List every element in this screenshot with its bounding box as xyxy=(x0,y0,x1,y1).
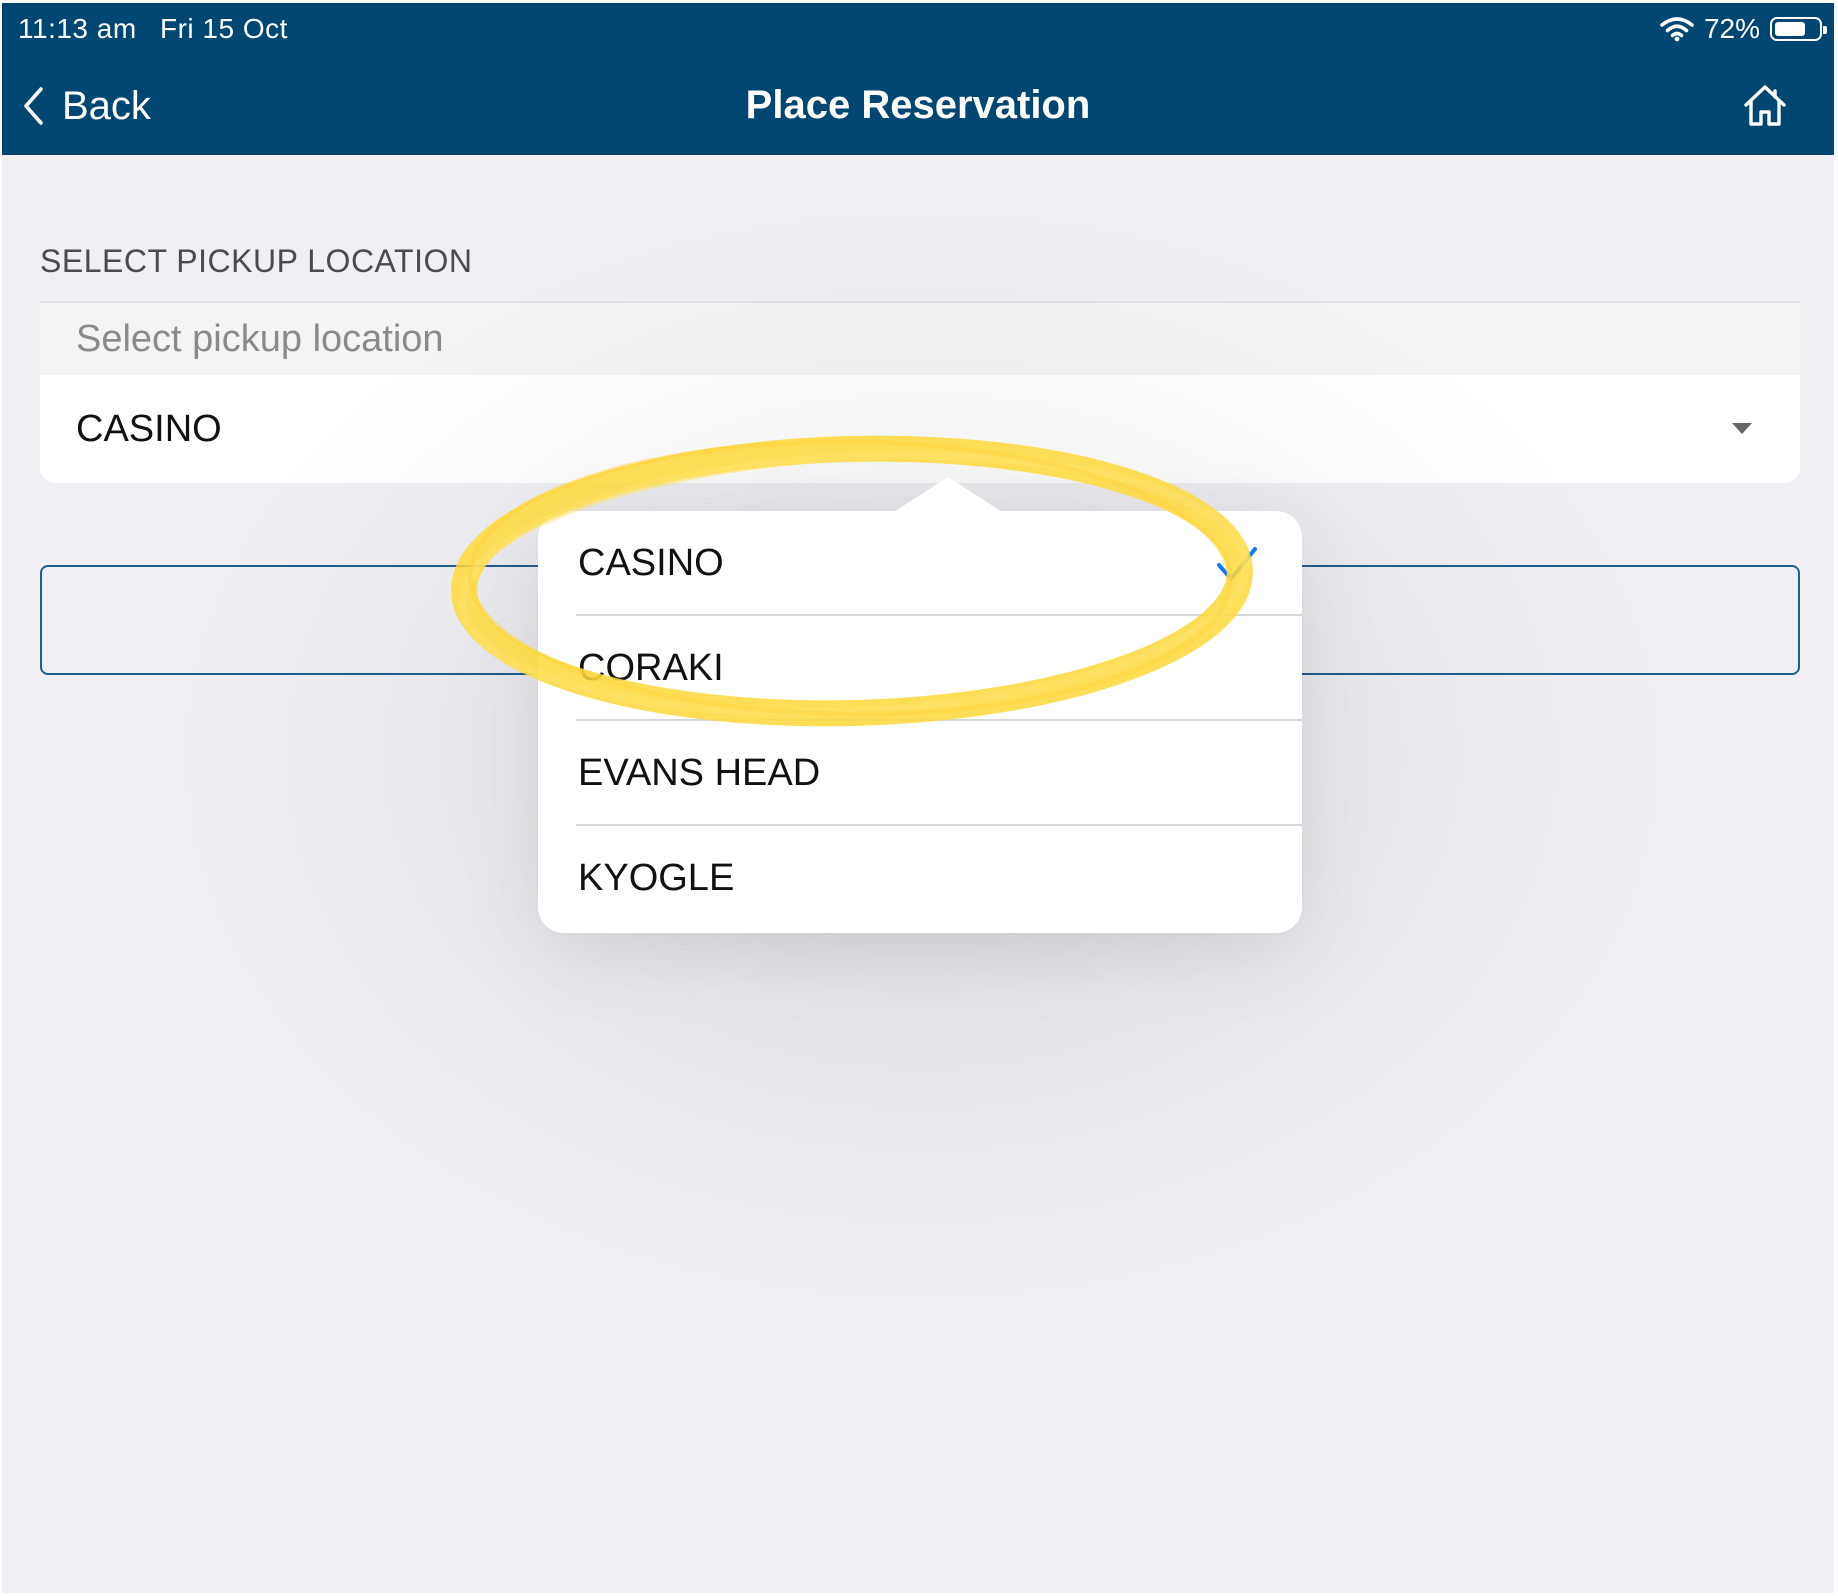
popover-arrow xyxy=(892,477,1004,513)
wifi-icon xyxy=(1660,17,1694,42)
option-coraki[interactable]: CORAKI xyxy=(538,616,1302,721)
pickup-location-picker: Select pickup location CASINO xyxy=(40,301,1800,483)
option-evans-head[interactable]: EVANS HEAD xyxy=(538,721,1302,826)
status-indicators: 72% xyxy=(1660,11,1827,47)
option-label: CASINO xyxy=(578,542,724,584)
checkmark-icon xyxy=(1217,547,1257,581)
battery-level-fill xyxy=(1775,22,1805,36)
battery-icon xyxy=(1770,17,1827,41)
status-time: 11:13 am xyxy=(18,13,137,44)
pickup-selected-value: CASINO xyxy=(76,407,222,450)
chevron-down-icon xyxy=(1732,423,1752,434)
battery-tip xyxy=(1823,26,1827,34)
pickup-select[interactable]: CASINO xyxy=(40,375,1800,483)
option-label: CORAKI xyxy=(578,647,724,689)
page-title: Place Reservation xyxy=(745,83,1091,127)
option-casino[interactable]: CASINO xyxy=(538,511,1302,616)
status-date: Fri 15 Oct xyxy=(160,13,288,44)
battery-percent: 72% xyxy=(1703,13,1760,44)
pickup-placeholder: Select pickup location xyxy=(40,301,1800,375)
option-label: EVANS HEAD xyxy=(578,752,821,794)
option-kyogle[interactable]: KYOGLE xyxy=(538,826,1302,931)
pickup-section-label: SELECT PICKUP LOCATION xyxy=(40,243,473,279)
option-label: KYOGLE xyxy=(578,857,735,899)
nav-bar: 11:13 am Fri 15 Oct 72% Back Place Reser… xyxy=(2,3,1834,155)
pickup-options-popover: CASINO CORAKI EVANS HEAD KYOGLE xyxy=(538,477,1302,933)
app-screen: 11:13 am Fri 15 Oct 72% Back Place Reser… xyxy=(2,3,1834,1593)
home-icon[interactable] xyxy=(1740,81,1790,131)
